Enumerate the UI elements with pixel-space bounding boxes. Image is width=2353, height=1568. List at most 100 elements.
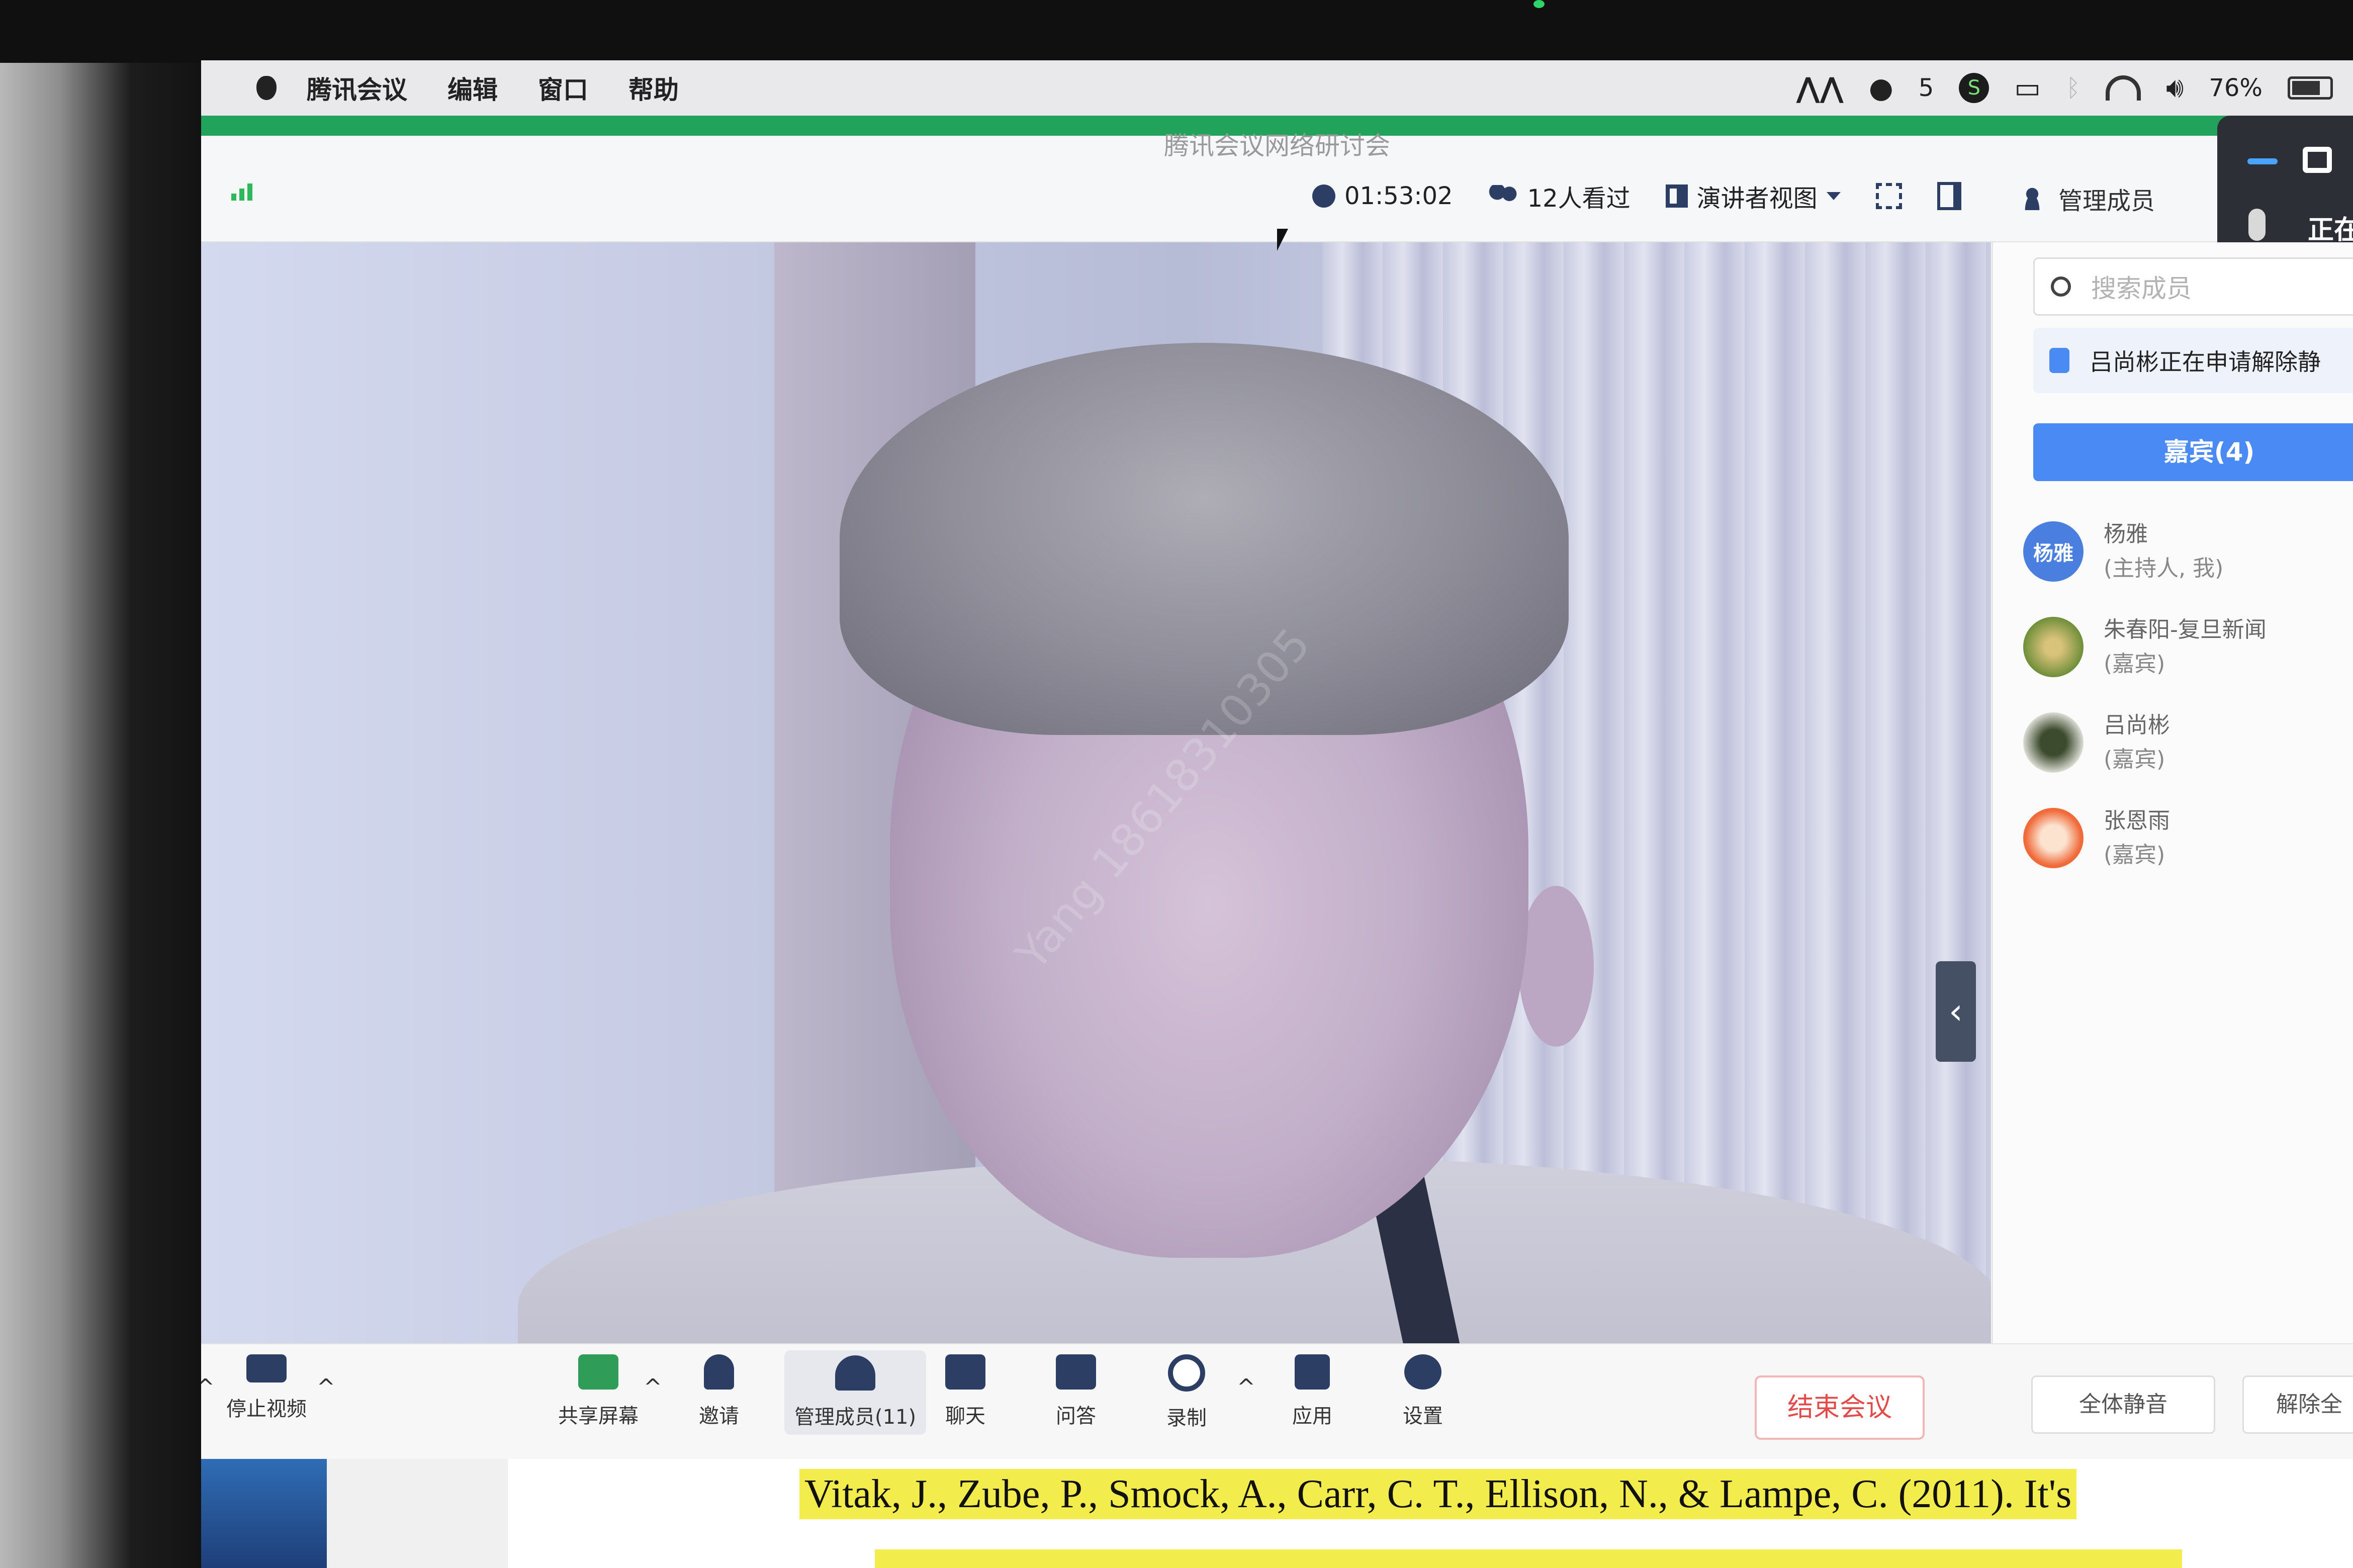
manage-members-header: 管理成员 — [2021, 181, 2155, 216]
settings-button[interactable]: 设置 — [1403, 1354, 1443, 1429]
menu-app-name[interactable]: 腾讯会议 — [307, 70, 407, 106]
airplay-icon[interactable]: ▭ — [2014, 72, 2041, 105]
member-name: 杨雅 — [2104, 521, 2148, 547]
collapse-panel-button[interactable]: ‹ — [1936, 961, 1976, 1062]
end-meeting-button[interactable]: 结束会议 — [1755, 1375, 1925, 1440]
member-item[interactable]: 吕尚彬 (嘉宾) — [2023, 705, 2170, 780]
view-mode-text: 演讲者视图 — [1696, 185, 1818, 213]
wifi-icon[interactable] — [2106, 75, 2141, 101]
menu-bar-status-area: ⋀⋀ ● 5 S ▭ ᛒ 🔊︎ 76% — [1796, 60, 2333, 116]
apps-grid-icon — [1295, 1354, 1330, 1390]
avatar — [2023, 617, 2084, 677]
invite-label: 邀请 — [699, 1405, 739, 1428]
laptop-bezel-top — [0, 0, 2353, 63]
volume-icon[interactable]: 🔊︎ — [2166, 71, 2184, 105]
apple-icon[interactable] — [256, 76, 277, 100]
qa-button[interactable]: 问答 — [1056, 1354, 1096, 1429]
meeting-info-bar: 01:53:02 12人看过 演讲者视图 — [1312, 176, 1961, 216]
chat-label: 聊天 — [945, 1405, 985, 1428]
s-app-icon[interactable]: S — [1959, 73, 1989, 103]
record-button[interactable]: 录制 — [1166, 1354, 1207, 1431]
app-status-icon[interactable]: ⋀⋀ — [1796, 72, 1843, 105]
sidebar-toggle-icon[interactable] — [1937, 182, 1961, 210]
speaker-video[interactable]: Yang 18618310305 ‹ — [201, 242, 1991, 1343]
menu-edit[interactable]: 编辑 — [447, 70, 498, 106]
person-icon — [2021, 187, 2043, 210]
member-role: (嘉宾) — [2104, 747, 2165, 772]
floating-window-controls: 正在 — [2217, 116, 2353, 261]
mute-all-button[interactable]: 全体静音 — [2031, 1375, 2215, 1434]
mouse-cursor-icon — [1277, 229, 1288, 251]
stop-video-button[interactable]: 停止视频 — [226, 1354, 307, 1422]
meeting-toolbar: ^ 停止视频 ^ 共享屏幕 ^ 邀请 管理成员(11) 聊天 问答 录制 ^ 应… — [201, 1343, 2353, 1460]
manage-members-button[interactable]: 管理成员(11) — [784, 1350, 927, 1435]
highlighted-reference-line — [875, 1549, 2182, 1568]
menu-help[interactable]: 帮助 — [628, 70, 679, 106]
chevron-up-icon[interactable]: ^ — [201, 1374, 215, 1400]
member-role: (嘉宾) — [2104, 842, 2165, 868]
avatar — [2023, 808, 2084, 868]
search-placeholder: 搜索成员 — [2091, 274, 2192, 303]
chat-button[interactable]: 聊天 — [945, 1354, 985, 1429]
manage-members-title: 管理成员 — [2058, 187, 2155, 215]
unmute-request-notice[interactable]: 吕尚彬正在申请解除静 — [2033, 328, 2353, 393]
question-icon — [1056, 1354, 1096, 1390]
stop-video-label: 停止视频 — [226, 1398, 307, 1421]
member-search-input[interactable]: 搜索成员 — [2033, 257, 2353, 316]
highlighted-reference-text: Vitak, J., Zube, P., Smock, A., Carr, C.… — [799, 1469, 2077, 1519]
member-item[interactable]: 杨雅 杨雅 (主持人, 我) — [2023, 514, 2223, 589]
apps-label: 应用 — [1292, 1405, 1332, 1428]
microphone-icon[interactable] — [2248, 209, 2266, 241]
view-mode-selector[interactable]: 演讲者视图 — [1665, 178, 1841, 214]
mac-menu-bar: 腾讯会议 编辑 窗口 帮助 ⋀⋀ ● 5 S ▭ ᛒ 🔊︎ 76% — [201, 60, 2353, 116]
member-item[interactable]: 张恩雨 (嘉宾) — [2023, 800, 2170, 876]
video-camera-icon — [246, 1354, 287, 1382]
record-label: 录制 — [1166, 1407, 1207, 1430]
member-info: 朱春阳-复旦新闻 (嘉宾) — [2104, 613, 2267, 681]
qa-label: 问答 — [1056, 1405, 1096, 1428]
share-screen-label: 共享屏幕 — [558, 1405, 639, 1428]
lock-icon — [2049, 348, 2069, 373]
speaker-ear — [1518, 886, 1594, 1047]
member-role: (嘉宾) — [2104, 651, 2165, 677]
chevron-up-icon[interactable]: ^ — [644, 1374, 662, 1400]
bluetooth-icon[interactable]: ᛒ — [2066, 74, 2080, 102]
share-screen-button[interactable]: 共享屏幕 — [558, 1354, 639, 1429]
viewers-count[interactable]: 12人看过 — [1488, 178, 1631, 214]
background-document: Vitak, J., Zube, P., Smock, A., Carr, C.… — [201, 1459, 2353, 1568]
chevron-up-icon[interactable]: ^ — [317, 1374, 335, 1400]
laptop-screen: 腾讯会议 编辑 窗口 帮助 ⋀⋀ ● 5 S ▭ ᛒ 🔊︎ 76% 腾讯会议网络… — [201, 60, 2353, 1568]
manage-members-label: 管理成员(11) — [794, 1406, 917, 1429]
battery-icon[interactable] — [2288, 76, 2333, 100]
member-info: 杨雅 (主持人, 我) — [2104, 517, 2223, 586]
member-info: 张恩雨 (嘉宾) — [2104, 804, 2170, 872]
record-icon — [1168, 1354, 1205, 1392]
wechat-icon[interactable]: ● — [1869, 72, 1893, 105]
apps-button[interactable]: 应用 — [1292, 1354, 1332, 1429]
member-role: (主持人, 我) — [2104, 556, 2224, 581]
chevron-up-icon[interactable]: ^ — [1237, 1374, 1255, 1400]
maximize-icon[interactable] — [2303, 147, 2332, 173]
camera-indicator-light — [1533, 0, 1545, 8]
meeting-duration[interactable]: 01:53:02 — [1312, 182, 1453, 210]
member-item[interactable]: 朱春阳-复旦新闻 (嘉宾) — [2023, 609, 2267, 685]
people-icon — [1488, 185, 1518, 207]
document-margin — [327, 1459, 508, 1568]
speaking-indicator: 正在 — [2308, 215, 2353, 245]
avatar — [2023, 712, 2084, 773]
avatar: 杨雅 — [2023, 521, 2084, 582]
minimize-icon[interactable] — [2247, 158, 2278, 164]
duration-text: 01:53:02 — [1344, 182, 1453, 210]
speaker-view-icon — [1665, 185, 1688, 208]
menu-window[interactable]: 窗口 — [538, 70, 588, 106]
unmute-all-button[interactable]: 解除全 — [2242, 1375, 2353, 1434]
notice-text: 吕尚彬正在申请解除静 — [2090, 348, 2321, 376]
tab-guests[interactable]: 嘉宾(4) — [2033, 423, 2353, 481]
member-name: 朱春阳-复旦新闻 — [2104, 617, 2267, 642]
viewers-text: 12人看过 — [1527, 185, 1631, 213]
invite-button[interactable]: 邀请 — [699, 1354, 739, 1429]
chat-icon — [945, 1354, 985, 1390]
member-name: 吕尚彬 — [2104, 712, 2170, 738]
fullscreen-icon[interactable] — [1875, 183, 1902, 209]
gear-icon — [1404, 1354, 1441, 1390]
